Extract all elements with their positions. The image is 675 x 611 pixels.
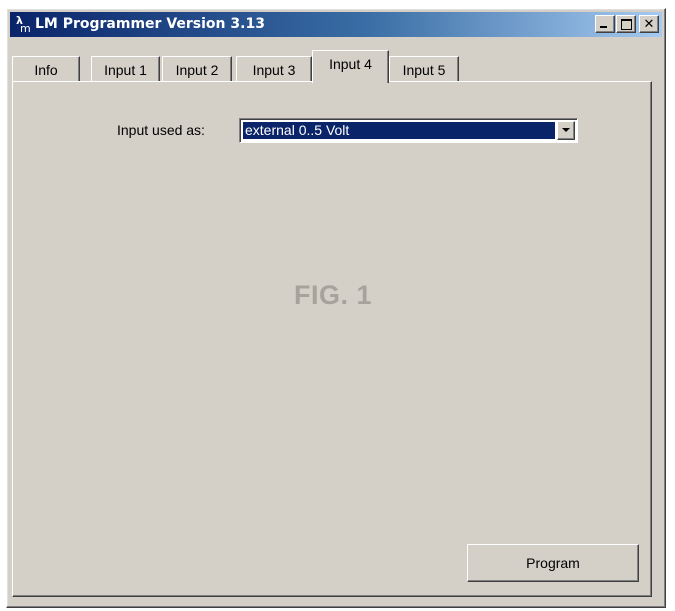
minimize-icon: [600, 26, 607, 28]
tab-label: Input 5: [402, 61, 446, 78]
tab-info[interactable]: Info: [12, 56, 80, 82]
tab-panel-input-4: Input used as: external 0..5 Volt FIG. 1…: [12, 81, 652, 597]
maximize-icon: [621, 19, 632, 30]
tab-label: Input 4: [329, 56, 372, 72]
tab-input-4[interactable]: Input 4: [312, 50, 389, 83]
tab-label: Input 2: [175, 61, 219, 78]
window-title: LM Programmer Version 3.13: [35, 16, 265, 32]
close-icon: ✕: [643, 16, 655, 32]
tab-input-2[interactable]: Input 2: [162, 56, 232, 82]
dropdown-selected-value[interactable]: external 0..5 Volt: [243, 122, 555, 139]
title-bar[interactable]: λ m LM Programmer Version 3.13 ✕: [10, 12, 662, 37]
chevron-down-icon: [562, 128, 570, 132]
app-icon[interactable]: λ m: [14, 15, 32, 34]
minimize-button[interactable]: [595, 15, 615, 33]
figure-label: FIG. 1: [293, 280, 372, 310]
app-icon-m: m: [20, 22, 31, 35]
close-button[interactable]: ✕: [639, 15, 659, 33]
tab-input-5[interactable]: Input 5: [389, 56, 459, 82]
tab-label: Input 1: [104, 61, 147, 78]
program-button[interactable]: Program: [467, 544, 639, 582]
input-used-as-label: Input used as:: [117, 122, 205, 138]
tab-input-3[interactable]: Input 3: [236, 56, 312, 82]
tab-input-1[interactable]: Input 1: [91, 56, 160, 82]
tab-label: Input 3: [252, 61, 296, 78]
input-used-as-dropdown[interactable]: external 0..5 Volt: [239, 118, 578, 143]
dropdown-button[interactable]: [557, 121, 575, 140]
maximize-button[interactable]: [616, 15, 636, 33]
program-button-label: Program: [526, 555, 580, 571]
tab-label: Info: [34, 61, 58, 78]
